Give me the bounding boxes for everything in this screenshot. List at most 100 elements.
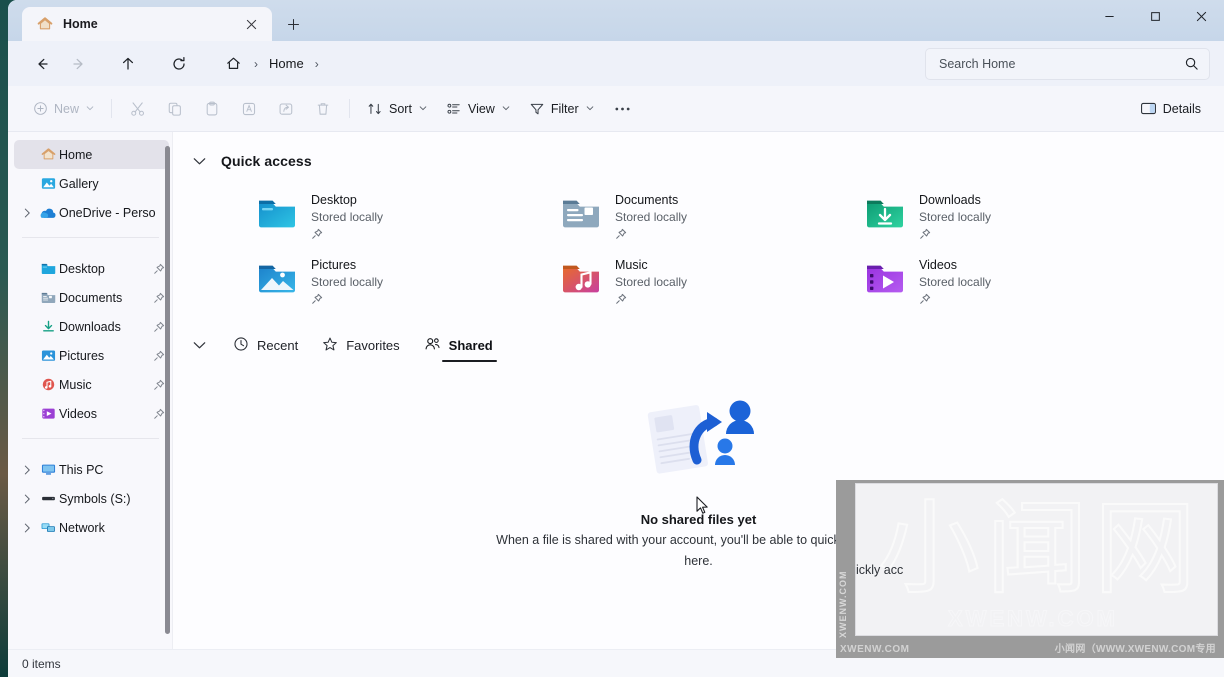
search-input[interactable] [939, 56, 1184, 71]
refresh-button[interactable] [161, 48, 196, 80]
chevron-right-icon[interactable] [18, 208, 37, 218]
tab-shared[interactable]: Shared [412, 329, 505, 362]
watermark-brand-text: 小闻网 [877, 489, 1202, 610]
quick-access-title: Quick access [221, 153, 312, 169]
close-icon[interactable] [240, 13, 262, 35]
tab-home[interactable]: Home [22, 7, 272, 41]
up-button[interactable] [110, 48, 145, 80]
quick-access-status: Stored locally [311, 210, 384, 224]
sidebar-item-label: Music [59, 377, 92, 392]
quick-access-status: Stored locally [311, 275, 384, 289]
maximize-button[interactable] [1132, 0, 1178, 33]
quick-access-name: Documents [615, 193, 679, 207]
mouse-cursor [696, 496, 709, 515]
breadcrumb[interactable]: › Home › [212, 48, 913, 80]
shared-files-illustration-icon [634, 390, 764, 490]
item-count: 0 items [22, 656, 61, 671]
tab-recent[interactable]: Recent [221, 329, 310, 361]
chevron-down-icon [419, 104, 427, 113]
chevron-down-icon [86, 104, 94, 113]
filter-button[interactable]: Filter [520, 93, 603, 124]
breadcrumb-separator-2[interactable]: › [310, 57, 324, 71]
command-separator [111, 99, 113, 118]
home-icon [37, 146, 59, 163]
sidebar-item-symbols-drive[interactable]: Symbols (S:) [14, 484, 169, 513]
chevron-right-icon[interactable] [18, 494, 37, 504]
close-window-button[interactable] [1178, 0, 1224, 33]
quick-access-meta: Pictures Stored locally [311, 253, 383, 310]
copy-icon [167, 101, 183, 117]
downloads-folder-icon [37, 319, 59, 334]
tab-title: Home [63, 17, 98, 31]
desktop-folder-icon [37, 261, 59, 276]
sidebar-item-gallery[interactable]: Gallery [14, 169, 169, 198]
sidebar-item-desktop[interactable]: Desktop [14, 254, 169, 283]
watermark-footer-left: XWENW.COM [840, 644, 910, 655]
search-box[interactable] [925, 47, 1210, 80]
quick-access-item[interactable]: Desktop Stored locally [251, 184, 555, 249]
quick-access-meta: Downloads Stored locally [919, 188, 991, 245]
tab-shared-label: Shared [448, 337, 493, 353]
quick-access-header[interactable]: Quick access [173, 146, 1224, 176]
sidebar-item-label: Gallery [59, 176, 99, 191]
sort-button-label: Sort [389, 101, 412, 116]
rename-button [231, 93, 267, 124]
quick-access-item[interactable]: Pictures Stored locally [251, 249, 555, 314]
quick-access-meta: Music Stored locally [615, 253, 687, 310]
new-button[interactable]: New [24, 93, 103, 124]
quick-access-meta: Documents Stored locally [615, 188, 687, 245]
sidebar-item-videos[interactable]: Videos [14, 399, 169, 428]
quick-access-item[interactable]: Music Stored locally [555, 249, 859, 314]
forward-button [61, 48, 96, 80]
desktop-background: Home › Home › Search Home New Sort View … [0, 0, 1224, 677]
quick-access-item[interactable]: Videos Stored locally [859, 249, 1163, 314]
sidebar-item-documents[interactable]: Documents [14, 283, 169, 312]
new-button-label: New [54, 101, 80, 116]
chevron-down-icon [586, 104, 594, 113]
more-options-button[interactable] [604, 93, 641, 124]
home-icon[interactable] [220, 51, 246, 77]
sidebar-divider-2 [22, 438, 159, 439]
sidebar-item-onedrive[interactable]: OneDrive - Perso [14, 198, 169, 227]
onedrive-icon [37, 206, 59, 220]
sidebar-item-pictures[interactable]: Pictures [14, 341, 169, 370]
tab-favorites[interactable]: Favorites [310, 329, 411, 361]
new-tab-button[interactable] [278, 9, 308, 39]
this-pc-icon [37, 462, 59, 477]
network-icon [37, 520, 59, 535]
sidebar-item-downloads[interactable]: Downloads [14, 312, 169, 341]
quick-access-item[interactable]: Downloads Stored locally [859, 184, 1163, 249]
view-button[interactable]: View [437, 93, 519, 124]
sidebar-item-home[interactable]: Home [14, 140, 169, 169]
chevron-down-icon[interactable] [187, 157, 211, 166]
breadcrumb-home[interactable]: Home [266, 56, 307, 71]
search-icon[interactable] [1184, 56, 1200, 71]
chevron-down-icon[interactable] [187, 341, 211, 350]
quick-access-item[interactable]: Documents Stored locally [555, 184, 859, 249]
sidebar-item-this-pc[interactable]: This PC [14, 455, 169, 484]
people-icon [424, 336, 441, 355]
pin-icon [615, 292, 687, 310]
sidebar-scrollbar[interactable] [165, 146, 170, 634]
navigation-bar: › Home › [8, 41, 1224, 86]
home-icon [36, 15, 54, 33]
details-pane-icon [1140, 101, 1157, 116]
clipboard-icon [204, 101, 220, 117]
back-button[interactable] [24, 48, 59, 80]
pin-icon [311, 292, 383, 310]
downloads-folder-icon [863, 190, 907, 234]
file-tabs-row: Recent Favorites Shared [173, 328, 1224, 362]
sidebar-item-label: Home [59, 147, 93, 162]
sidebar-item-music[interactable]: Music [14, 370, 169, 399]
minimize-button[interactable] [1086, 0, 1132, 33]
chevron-right-icon[interactable] [18, 523, 37, 533]
details-pane-button[interactable]: Details [1131, 93, 1210, 124]
clock-icon [233, 336, 249, 355]
sidebar-item-network[interactable]: Network [14, 513, 169, 542]
chevron-right-icon[interactable] [18, 465, 37, 475]
sort-button[interactable]: Sort [358, 93, 436, 124]
documents-folder-icon [559, 190, 603, 234]
cut-button [120, 93, 156, 124]
command-bar: New Sort View Filter Details [8, 86, 1224, 132]
title-bar: Home [8, 0, 1224, 41]
